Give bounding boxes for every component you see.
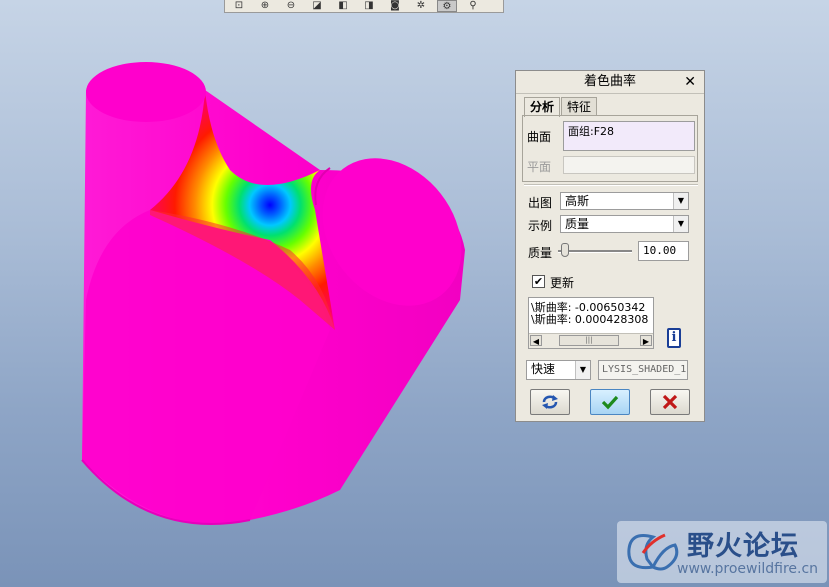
zoom-out-icon[interactable]: ⊖ bbox=[281, 0, 301, 12]
annotation-icon[interactable]: ⚲ bbox=[463, 0, 483, 12]
plot-label: 出图 bbox=[528, 196, 553, 210]
camera-icon[interactable]: ◙ bbox=[385, 0, 405, 12]
chevron-down-icon[interactable]: ▼ bbox=[673, 193, 688, 209]
cancel-button[interactable] bbox=[650, 389, 690, 415]
chevron-down-icon[interactable]: ▼ bbox=[575, 361, 590, 379]
plot-type-select[interactable]: 高斯 ▼ bbox=[560, 192, 689, 210]
scroll-thumb[interactable]: ||| bbox=[559, 335, 619, 346]
ok-button[interactable] bbox=[590, 389, 630, 415]
spin-center-icon[interactable]: ⚙ bbox=[437, 0, 457, 12]
check-icon bbox=[601, 395, 619, 410]
datum-display-icon[interactable]: ✲ bbox=[411, 0, 431, 12]
watermark-url: www.proewildfire.cn bbox=[677, 561, 819, 577]
quality-input[interactable]: 10.00 bbox=[638, 241, 689, 261]
quality-label: 质量 bbox=[528, 246, 553, 260]
repeat-button[interactable] bbox=[530, 389, 570, 415]
butterfly-logo-icon bbox=[627, 533, 679, 571]
saved-views-icon[interactable]: ◨ bbox=[359, 0, 379, 12]
tab-analysis[interactable]: 分析 bbox=[524, 97, 561, 117]
update-label: 更新 bbox=[550, 276, 575, 290]
display-type-select[interactable]: 质量 ▼ bbox=[560, 215, 689, 233]
refit-icon[interactable]: ◪ bbox=[307, 0, 327, 12]
info-icon[interactable]: i bbox=[667, 328, 681, 348]
display-label: 示例 bbox=[528, 219, 553, 233]
analysis-name-input[interactable]: LYSIS_SHADED_1 bbox=[598, 360, 688, 380]
plane-collector bbox=[563, 156, 695, 174]
update-checkbox[interactable]: ✔ bbox=[532, 275, 545, 288]
quality-slider-handle[interactable] bbox=[561, 243, 569, 257]
forum-watermark: 野火论坛 www.proewildfire.cn bbox=[617, 521, 827, 583]
analysis-panel: 曲面 面组:F28 平面 bbox=[522, 115, 698, 182]
scroll-right-icon[interactable]: ▶ bbox=[640, 335, 652, 346]
dialog-title: 着色曲率 bbox=[583, 74, 636, 89]
close-x-icon bbox=[662, 394, 678, 410]
plane-label: 平面 bbox=[527, 160, 552, 174]
view-toolbar: ⊡ ⊕ ⊖ ◪ ◧ ◨ ◙ ✲ ⚙ ⚲ bbox=[224, 0, 504, 13]
chevron-down-icon[interactable]: ▼ bbox=[673, 216, 688, 232]
surface-label: 曲面 bbox=[527, 130, 552, 144]
refresh-icon bbox=[542, 395, 558, 409]
reorient-icon[interactable]: ◧ bbox=[333, 0, 353, 12]
compute-mode-select[interactable]: 快速 ▼ bbox=[526, 360, 591, 380]
watermark-title: 野火论坛 bbox=[687, 531, 799, 562]
dialog-title-bar[interactable]: 着色曲率 ✕ bbox=[516, 71, 704, 94]
zoom-window-icon[interactable]: ⊡ bbox=[229, 0, 249, 12]
zoom-in-icon[interactable]: ⊕ bbox=[255, 0, 275, 12]
results-box: \斯曲率: -0.00650342 \斯曲率: 0.000428308 ◀ ||… bbox=[528, 297, 654, 349]
plot-type-value: 高斯 bbox=[565, 194, 590, 208]
tab-feature[interactable]: 特征 bbox=[561, 97, 598, 116]
compute-mode-value: 快速 bbox=[531, 362, 556, 376]
close-icon[interactable]: ✕ bbox=[684, 71, 696, 93]
dialog-tabs: 分析 特征 bbox=[524, 97, 598, 117]
separator bbox=[524, 184, 698, 186]
results-scrollbar[interactable]: ◀ ||| ▶ bbox=[529, 333, 653, 348]
shaded-curvature-dialog: 着色曲率 ✕ 分析 特征 曲面 面组:F28 平面 出图 高斯 ▼ 示例 质量 … bbox=[515, 70, 705, 422]
surface-collector[interactable]: 面组:F28 bbox=[563, 121, 695, 151]
quality-slider-track[interactable] bbox=[558, 250, 632, 253]
display-type-value: 质量 bbox=[565, 217, 590, 231]
scroll-left-icon[interactable]: ◀ bbox=[530, 335, 542, 346]
result-min-curvature: \斯曲率: 0.000428308 bbox=[531, 313, 649, 326]
